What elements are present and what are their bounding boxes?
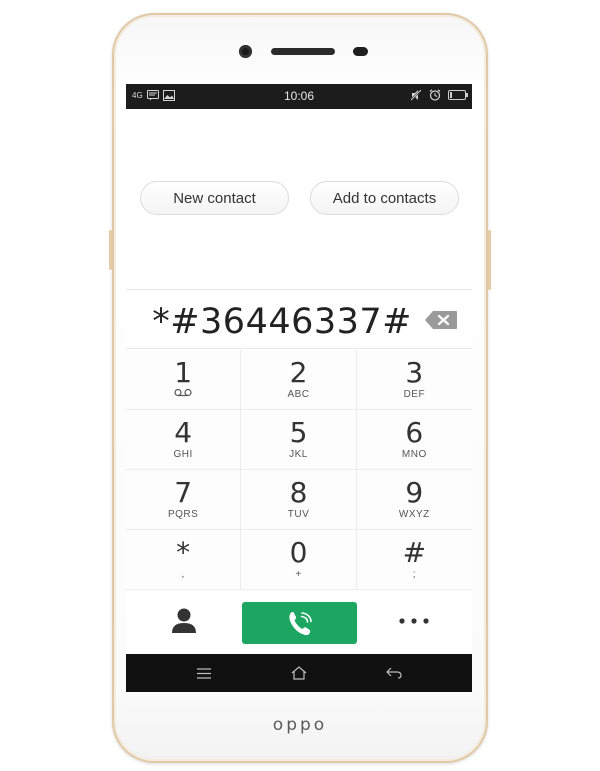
key-1[interactable]: 1 xyxy=(126,350,242,410)
key-letters: GHI xyxy=(173,449,193,460)
new-contact-button[interactable]: New contact xyxy=(140,181,289,215)
key-digit: 4 xyxy=(174,416,193,449)
back-icon xyxy=(386,667,402,679)
action-row xyxy=(126,591,472,651)
earpiece xyxy=(271,48,335,55)
key-digit: 7 xyxy=(174,476,193,509)
key-letters: , xyxy=(181,569,185,580)
key-digit: # xyxy=(402,536,427,569)
key-digit: 1 xyxy=(174,356,193,389)
key-digit: * xyxy=(176,536,191,569)
proximity-sensor xyxy=(353,47,368,56)
dialed-number: *#36446337# xyxy=(152,302,412,342)
key-3[interactable]: 3 DEF xyxy=(356,350,472,410)
navigation-bar xyxy=(126,654,472,692)
key-hash[interactable]: #; xyxy=(356,530,472,590)
keypad: 1 2 ABC 3 DEF 4 GHI 5 JKL 6 MNO 7 PQRS 8 TUV 9 WXYZ *, 0 + #… xyxy=(126,350,472,590)
key-5[interactable]: 5 JKL xyxy=(241,410,357,470)
battery-icon xyxy=(448,90,468,100)
status-bar: 4G 10:06 xyxy=(126,84,472,109)
key-digit: 8 xyxy=(289,476,308,509)
nav-home-button[interactable] xyxy=(279,660,319,686)
volume-button xyxy=(109,230,112,270)
menu-icon xyxy=(197,667,211,679)
more-icon xyxy=(399,618,429,624)
contacts-icon[interactable] xyxy=(164,605,204,637)
nav-back-button[interactable] xyxy=(374,660,414,686)
key-digit: 3 xyxy=(405,356,424,389)
key-letters: MNO xyxy=(401,449,427,460)
key-digit: 0 xyxy=(289,536,308,569)
key-letters: ; xyxy=(412,569,416,580)
nav-menu-button[interactable] xyxy=(184,660,224,686)
backspace-icon[interactable] xyxy=(424,310,458,330)
key-4[interactable]: 4 GHI xyxy=(126,410,242,470)
key-2[interactable]: 2 ABC xyxy=(241,350,357,410)
key-9[interactable]: 9 WXYZ xyxy=(356,470,472,530)
front-camera xyxy=(239,45,252,58)
key-7[interactable]: 7 PQRS xyxy=(126,470,242,530)
call-button[interactable] xyxy=(242,602,357,644)
key-digit: 2 xyxy=(289,356,308,389)
key-letters: WXYZ xyxy=(398,509,430,520)
key-digit: 9 xyxy=(405,476,424,509)
number-display: *#36446337# xyxy=(126,289,472,349)
key-letters: ABC xyxy=(287,389,310,400)
key-8[interactable]: 8 TUV xyxy=(241,470,357,530)
home-icon xyxy=(291,666,307,680)
key-letters: + xyxy=(295,569,302,580)
silent-icon xyxy=(410,89,422,101)
key-0[interactable]: 0 + xyxy=(241,530,357,590)
add-to-contacts-button[interactable]: Add to contacts xyxy=(310,181,459,215)
key-6[interactable]: 6 MNO xyxy=(356,410,472,470)
key-digit: 5 xyxy=(289,416,308,449)
more-options-button[interactable] xyxy=(392,605,436,637)
power-button xyxy=(488,230,491,290)
screen: 4G 10:06 New contact Add to contacts *#3… xyxy=(126,84,472,692)
key-letters: JKL xyxy=(289,449,308,460)
key-letters: PQRS xyxy=(167,509,199,520)
phone-icon xyxy=(288,612,312,636)
voicemail-icon xyxy=(174,388,192,401)
key-star[interactable]: *, xyxy=(126,530,242,590)
key-letters: TUV xyxy=(287,509,310,520)
key-letters: DEF xyxy=(403,389,426,400)
alarm-icon xyxy=(429,89,441,101)
key-digit: 6 xyxy=(405,416,424,449)
brand-logo: oppo xyxy=(272,715,328,735)
